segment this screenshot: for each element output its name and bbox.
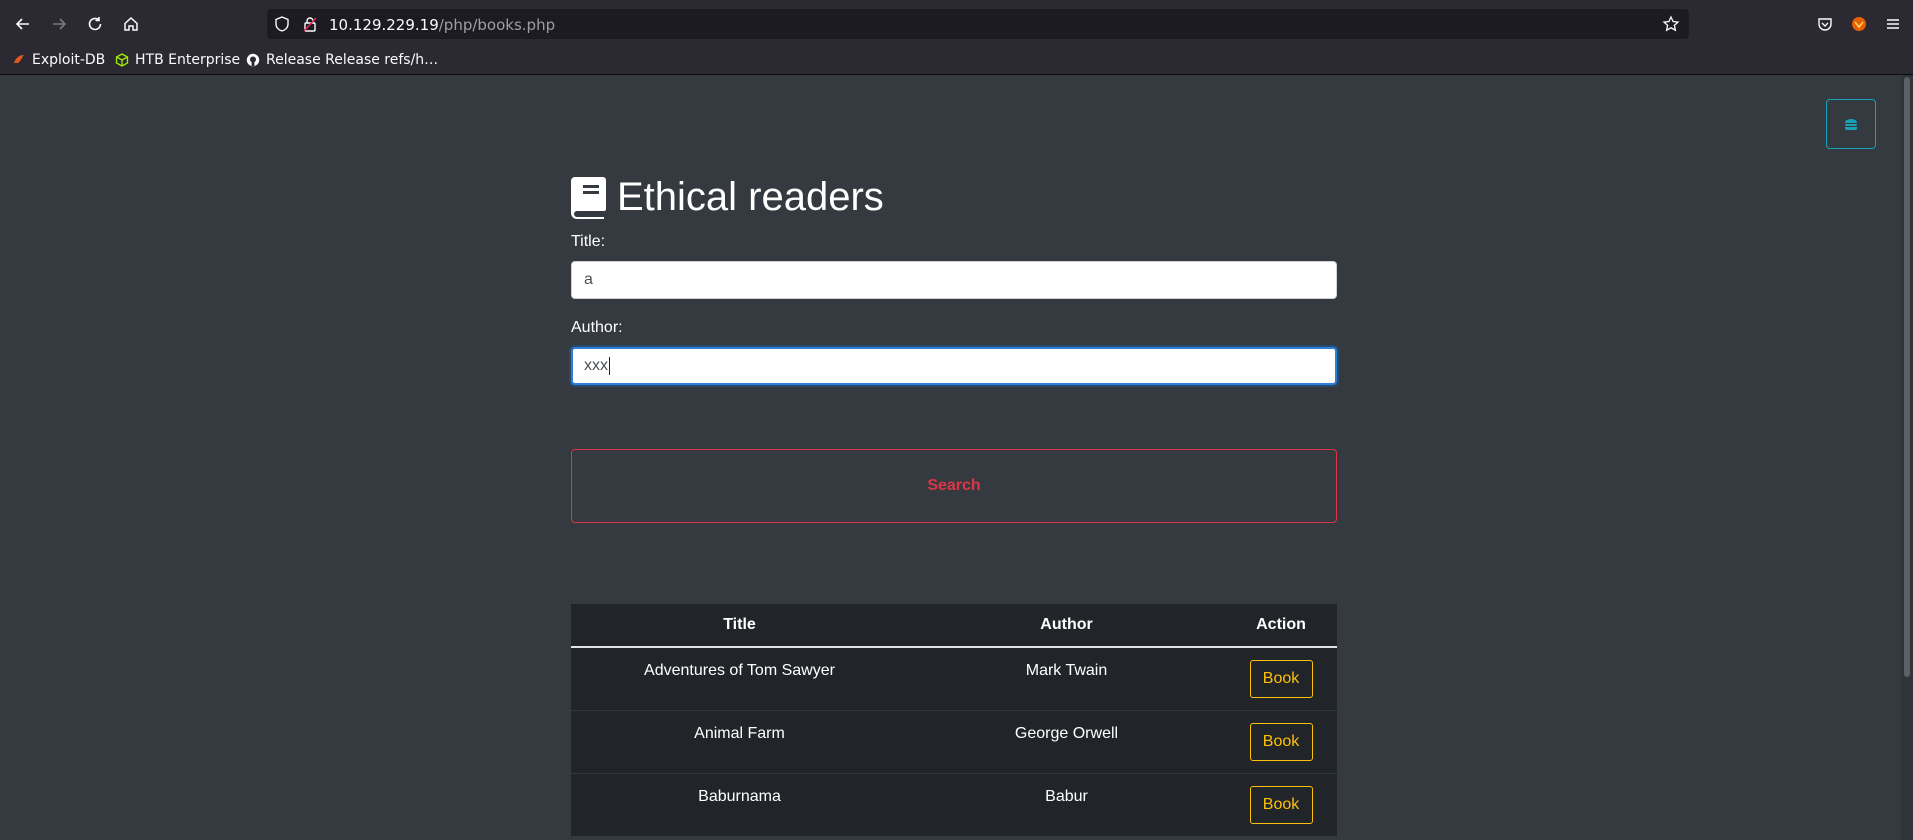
cell-author: Babur [1045,788,1088,805]
home-icon [124,16,138,31]
table-header: Title Author Action [571,604,1337,648]
bookmark-label: Release Release refs/h… [266,52,439,68]
cell-action: Book [1225,711,1337,761]
bookmark-label: HTB Enterprise [135,52,241,68]
address-bar[interactable]: 10.129.229.19/php/books.php [267,9,1689,39]
table-row: Baburnama Babur Book [571,774,1337,837]
header-title: Title [723,616,756,633]
bookmark-exploit-db[interactable]: Exploit-DB [12,50,105,70]
table-row: Adventures of Tom Sawyer Mark Twain Book [571,648,1337,711]
table-row: Animal Farm George Orwell Book [571,711,1337,774]
hamburger-icon [1887,19,1899,29]
burger-icon [1845,119,1857,130]
exploitdb-icon [12,53,26,67]
cell-title: Baburnama [698,788,781,805]
arrow-left-icon [15,18,29,30]
header-action: Action [1256,616,1306,633]
browser-chrome: 10.129.229.19/php/books.php Exploit-DB H… [0,0,1913,75]
bookmark-label: Exploit-DB [32,52,106,68]
cell-action: Book [1225,774,1337,824]
url-host: 10.129.229.19 [329,16,439,34]
book-button[interactable]: Book [1249,723,1313,761]
page-content: Ethical readers Title: a Author: xxx Sea… [0,75,1913,840]
cell-title: Animal Farm [694,725,785,742]
shield-icon[interactable] [273,15,291,33]
insecure-lock-icon[interactable] [301,15,319,33]
forward-button[interactable] [46,11,72,37]
url-path: /php/books.php [438,16,556,34]
browser-toolbar: 10.129.229.19/php/books.php [0,0,1913,46]
title-label: Title: [571,233,606,250]
page-scrollbar[interactable] [1901,75,1913,840]
search-button[interactable]: Search [571,449,1337,523]
fox-extension-icon [1852,17,1866,31]
book-button[interactable]: Book [1249,660,1313,698]
home-button[interactable] [118,11,144,37]
reload-button[interactable] [82,11,108,37]
books-table: Title Author Action Adventures of Tom Sa… [571,604,1337,837]
reload-icon [88,17,102,31]
book-icon [571,176,606,219]
pocket-button[interactable] [1812,11,1838,37]
cell-title: Adventures of Tom Sawyer [644,662,835,679]
author-input-value: xxx [584,357,608,374]
header-author: Author [1040,616,1093,633]
back-button[interactable] [10,11,36,37]
page-title: Ethical readers [617,175,884,219]
book-button[interactable]: Book [1249,786,1313,824]
arrow-right-icon [53,18,67,30]
menu-button[interactable] [1880,11,1906,37]
extension-button[interactable] [1846,11,1872,37]
cell-author: George Orwell [1014,725,1119,742]
bookmark-github-release[interactable]: Release Release refs/h… [246,50,438,70]
page-heading: Ethical readers [571,175,884,220]
author-label: Author: [571,319,623,336]
text-caret [609,356,610,375]
pocket-icon [1818,18,1832,31]
bookmarks-bar: Exploit-DB HTB Enterprise Release Releas… [0,46,1913,75]
cell-author: Mark Twain [1025,662,1108,679]
author-input[interactable]: xxx [571,347,1337,385]
bookmark-star-icon[interactable] [1662,15,1680,33]
cell-action: Book [1225,648,1337,698]
github-icon [246,53,260,67]
title-input[interactable]: a [571,261,1337,299]
bookmark-htb-enterprise[interactable]: HTB Enterprise [115,50,240,70]
url-text[interactable]: 10.129.229.19/php/books.php [329,16,555,34]
scrollbar-thumb[interactable] [1904,77,1910,677]
theme-toggle-button[interactable] [1826,99,1876,149]
htb-cube-icon [115,53,129,67]
